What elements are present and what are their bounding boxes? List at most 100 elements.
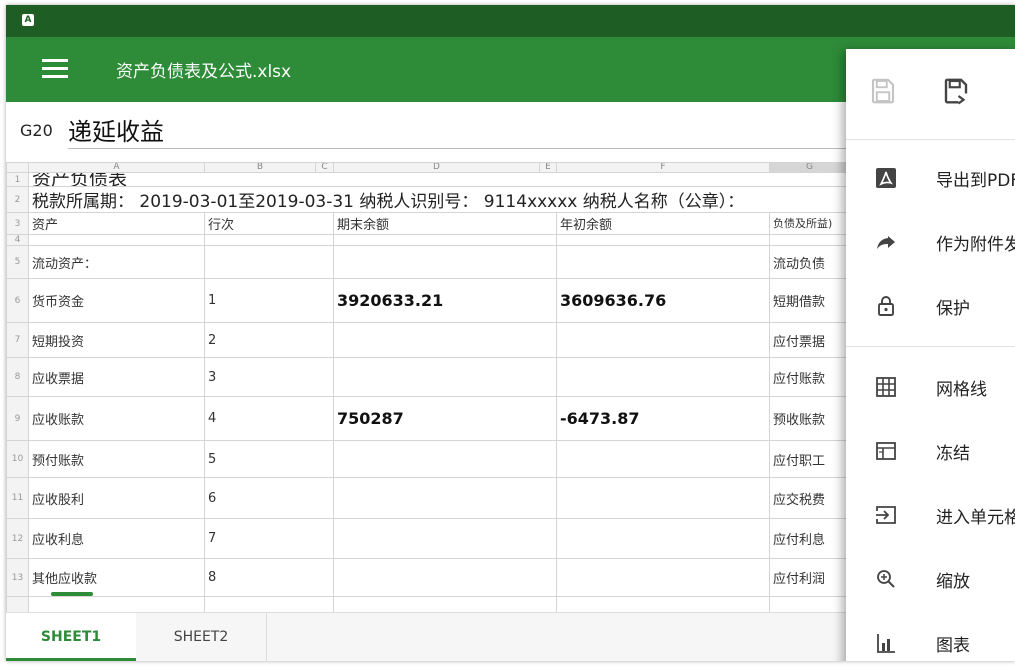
spreadsheet-grid[interactable]: A B C D E F G 1 资产负债表 2 税款所属期： 2019-03-0… (6, 162, 856, 612)
begin-balance-cell[interactable] (556, 558, 770, 597)
tab-sheet1[interactable]: SHEET1 (6, 613, 136, 661)
menu-item-freeze[interactable]: 冻结 (846, 419, 1015, 483)
liability-name-cell[interactable]: 短期借款 (769, 278, 850, 323)
liability-name-cell[interactable]: 流动负债 (769, 245, 850, 279)
menu-item-enter-cell[interactable]: 进入单元格 (846, 483, 1015, 547)
line-number-cell[interactable]: 6 (204, 477, 334, 519)
table-cell[interactable] (556, 234, 770, 246)
asset-name-cell[interactable]: 货币资金 (28, 278, 205, 323)
table-cell[interactable] (204, 234, 334, 246)
header-cell-begin-balance[interactable]: 年初余额 (556, 212, 770, 235)
liability-name-cell[interactable]: 应付利息 (769, 518, 850, 559)
row-header[interactable]: 4 (6, 234, 29, 246)
line-number-cell[interactable] (204, 245, 334, 279)
column-header-b[interactable]: B (204, 162, 316, 173)
line-number-cell[interactable]: 1 (204, 278, 334, 323)
end-balance-cell[interactable] (333, 322, 557, 358)
hamburger-menu-icon[interactable] (42, 59, 68, 79)
liability-name-cell[interactable]: 应付票据 (769, 322, 850, 358)
end-balance-cell[interactable] (333, 518, 557, 559)
save-as-icon[interactable] (941, 76, 971, 106)
row-header[interactable]: 6 (6, 278, 29, 323)
line-number-cell[interactable]: 3 (204, 357, 334, 397)
column-header-f[interactable]: F (556, 162, 770, 173)
begin-balance-cell[interactable] (556, 357, 770, 397)
end-balance-cell[interactable]: 750287 (333, 396, 557, 441)
table-cell[interactable] (333, 234, 557, 246)
end-balance-cell[interactable] (333, 440, 557, 478)
liability-name-cell[interactable]: 应交税费 (769, 477, 850, 519)
period-info-cell[interactable]: 税款所属期： 2019-03-01至2019-03-31 纳税人识别号： 911… (28, 186, 850, 213)
line-number-cell[interactable]: 5 (204, 440, 334, 478)
column-header-d[interactable]: D (333, 162, 540, 173)
row-header[interactable]: 8 (6, 357, 29, 397)
cell-reference[interactable]: G20 (20, 121, 53, 140)
header-cell-end-balance[interactable]: 期末余额 (333, 212, 557, 235)
row-header[interactable]: 5 (6, 245, 29, 279)
menu-item-zoom[interactable]: 缩放 (846, 547, 1015, 611)
row-header[interactable]: 13 (6, 558, 29, 597)
menu-item-send-attachment[interactable]: 作为附件发送 (846, 210, 1015, 274)
row-header[interactable]: 1 (6, 172, 29, 187)
asset-name-cell[interactable]: 应收账款 (28, 396, 205, 441)
row-header[interactable]: 2 (6, 186, 29, 213)
end-balance-cell[interactable]: 3920633.21 (333, 278, 557, 323)
table-cell[interactable] (333, 596, 557, 612)
table-cell[interactable] (28, 234, 205, 246)
selection-handle[interactable] (51, 592, 93, 596)
row-header[interactable]: 9 (6, 396, 29, 441)
line-number-cell[interactable]: 4 (204, 396, 334, 441)
liability-name-cell[interactable]: 应付利润 (769, 558, 850, 597)
formula-input[interactable]: 递延收益 (68, 112, 164, 147)
sheet-title-cell[interactable]: 资产负债表 (29, 173, 540, 187)
menu-item-export-pdf[interactable]: 导出到PDF (846, 146, 1015, 210)
table-cell[interactable] (769, 596, 850, 612)
line-number-cell[interactable]: 7 (204, 518, 334, 559)
begin-balance-cell[interactable]: 3609636.76 (556, 278, 770, 323)
liability-name-cell[interactable]: 预收账款 (769, 396, 850, 441)
table-cell[interactable] (540, 173, 850, 187)
row-header[interactable]: 12 (6, 518, 29, 559)
end-balance-cell[interactable] (333, 477, 557, 519)
begin-balance-cell[interactable] (556, 245, 770, 279)
menu-item-protect[interactable]: 保护 (846, 274, 1015, 338)
asset-name-cell[interactable]: 短期投资 (28, 322, 205, 358)
table-cell[interactable] (28, 596, 205, 612)
header-cell-assets[interactable]: 资产 (28, 212, 205, 235)
begin-balance-cell[interactable] (556, 440, 770, 478)
table-cell[interactable] (204, 596, 334, 612)
column-header-c[interactable]: C (315, 162, 334, 173)
row-header[interactable]: 3 (6, 212, 29, 235)
column-header-g[interactable]: G (769, 162, 850, 173)
begin-balance-cell[interactable] (556, 477, 770, 519)
table-cell[interactable] (769, 234, 850, 246)
begin-balance-cell[interactable] (556, 518, 770, 559)
tab-sheet2[interactable]: SHEET2 (136, 613, 267, 661)
end-balance-cell[interactable] (333, 357, 557, 397)
header-cell-liabilities[interactable]: 负债及所益) (769, 212, 850, 235)
column-header-a[interactable]: A (28, 162, 205, 173)
column-header-e[interactable]: E (539, 162, 557, 173)
menu-item-gridlines[interactable]: 网格线 (846, 355, 1015, 419)
begin-balance-cell[interactable] (556, 322, 770, 358)
row-header[interactable]: 10 (6, 440, 29, 478)
table-cell[interactable] (556, 596, 770, 612)
menu-item-chart[interactable]: 图表 (846, 611, 1015, 661)
asset-name-cell[interactable]: 应收票据 (28, 357, 205, 397)
end-balance-cell[interactable] (333, 245, 557, 279)
row-header[interactable]: 11 (6, 477, 29, 519)
corner-header[interactable] (6, 162, 29, 173)
asset-name-cell[interactable]: 应收股利 (28, 477, 205, 519)
row-header[interactable]: 7 (6, 322, 29, 358)
header-cell-line[interactable]: 行次 (204, 212, 334, 235)
asset-name-cell[interactable]: 应收利息 (28, 518, 205, 559)
sheet-table[interactable]: A B C D E F G 1 资产负债表 2 税款所属期： 2019-03-0… (6, 162, 850, 612)
liability-name-cell[interactable]: 应付账款 (769, 357, 850, 397)
line-number-cell[interactable]: 8 (204, 558, 334, 597)
asset-name-cell[interactable]: 预付账款 (28, 440, 205, 478)
end-balance-cell[interactable] (333, 558, 557, 597)
asset-name-cell[interactable]: 流动资产： (28, 245, 205, 279)
asset-name-cell[interactable]: 其他应收款 (28, 558, 205, 597)
begin-balance-cell[interactable]: -6473.87 (556, 396, 770, 441)
row-header[interactable] (6, 596, 29, 612)
